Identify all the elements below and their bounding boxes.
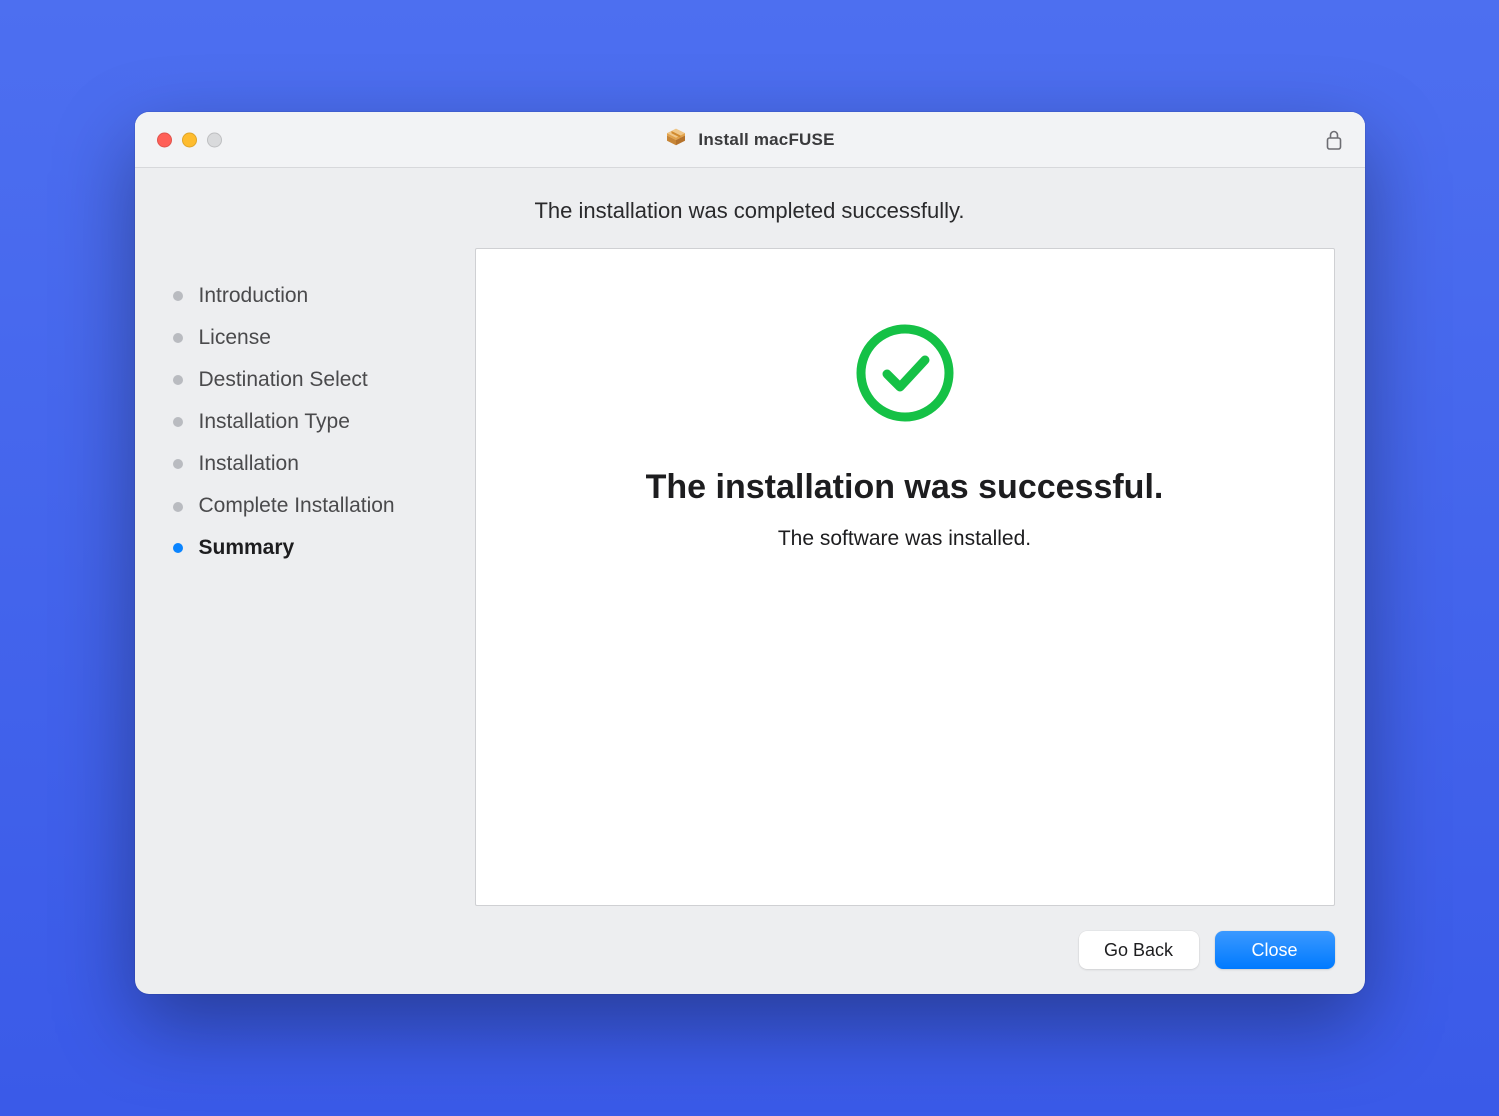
step-bullet-icon <box>173 375 183 385</box>
step-bullet-icon <box>173 543 183 553</box>
close-button[interactable]: Close <box>1215 931 1335 969</box>
zoom-window-button[interactable] <box>207 132 222 147</box>
step-complete-installation: Complete Installation <box>173 494 475 518</box>
step-label: Installation <box>199 452 299 476</box>
step-bullet-icon <box>173 502 183 512</box>
title-group: Install macFUSE <box>664 125 834 154</box>
steps-sidebar: Introduction License Destination Select … <box>165 248 475 906</box>
close-window-button[interactable] <box>157 132 172 147</box>
body-area: Introduction License Destination Select … <box>135 248 1365 906</box>
window-title: Install macFUSE <box>698 130 834 150</box>
step-label: Introduction <box>199 284 309 308</box>
installer-window: Install macFUSE The installation was com… <box>135 112 1365 994</box>
footer: Go Back Close <box>135 906 1365 994</box>
main-panel: The installation was successful. The sof… <box>475 248 1335 906</box>
window-controls <box>157 132 222 147</box>
go-back-button[interactable]: Go Back <box>1079 931 1199 969</box>
step-installation-type: Installation Type <box>173 410 475 434</box>
success-title: The installation was successful. <box>646 468 1164 507</box>
step-license: License <box>173 326 475 350</box>
step-bullet-icon <box>173 333 183 343</box>
titlebar: Install macFUSE <box>135 112 1365 168</box>
step-introduction: Introduction <box>173 284 475 308</box>
step-label: Complete Installation <box>199 494 395 518</box>
content-area: The installation was completed successfu… <box>135 168 1365 994</box>
package-icon <box>664 125 688 154</box>
success-subtitle: The software was installed. <box>778 527 1031 551</box>
step-label: Installation Type <box>199 410 350 434</box>
step-summary: Summary <box>173 536 475 560</box>
step-label: Destination Select <box>199 368 368 392</box>
step-installation: Installation <box>173 452 475 476</box>
minimize-window-button[interactable] <box>182 132 197 147</box>
step-label: License <box>199 326 271 350</box>
step-bullet-icon <box>173 459 183 469</box>
step-bullet-icon <box>173 417 183 427</box>
success-checkmark-icon <box>853 321 957 468</box>
step-label: Summary <box>199 536 295 560</box>
step-bullet-icon <box>173 291 183 301</box>
step-destination-select: Destination Select <box>173 368 475 392</box>
page-header: The installation was completed successfu… <box>135 168 1365 248</box>
